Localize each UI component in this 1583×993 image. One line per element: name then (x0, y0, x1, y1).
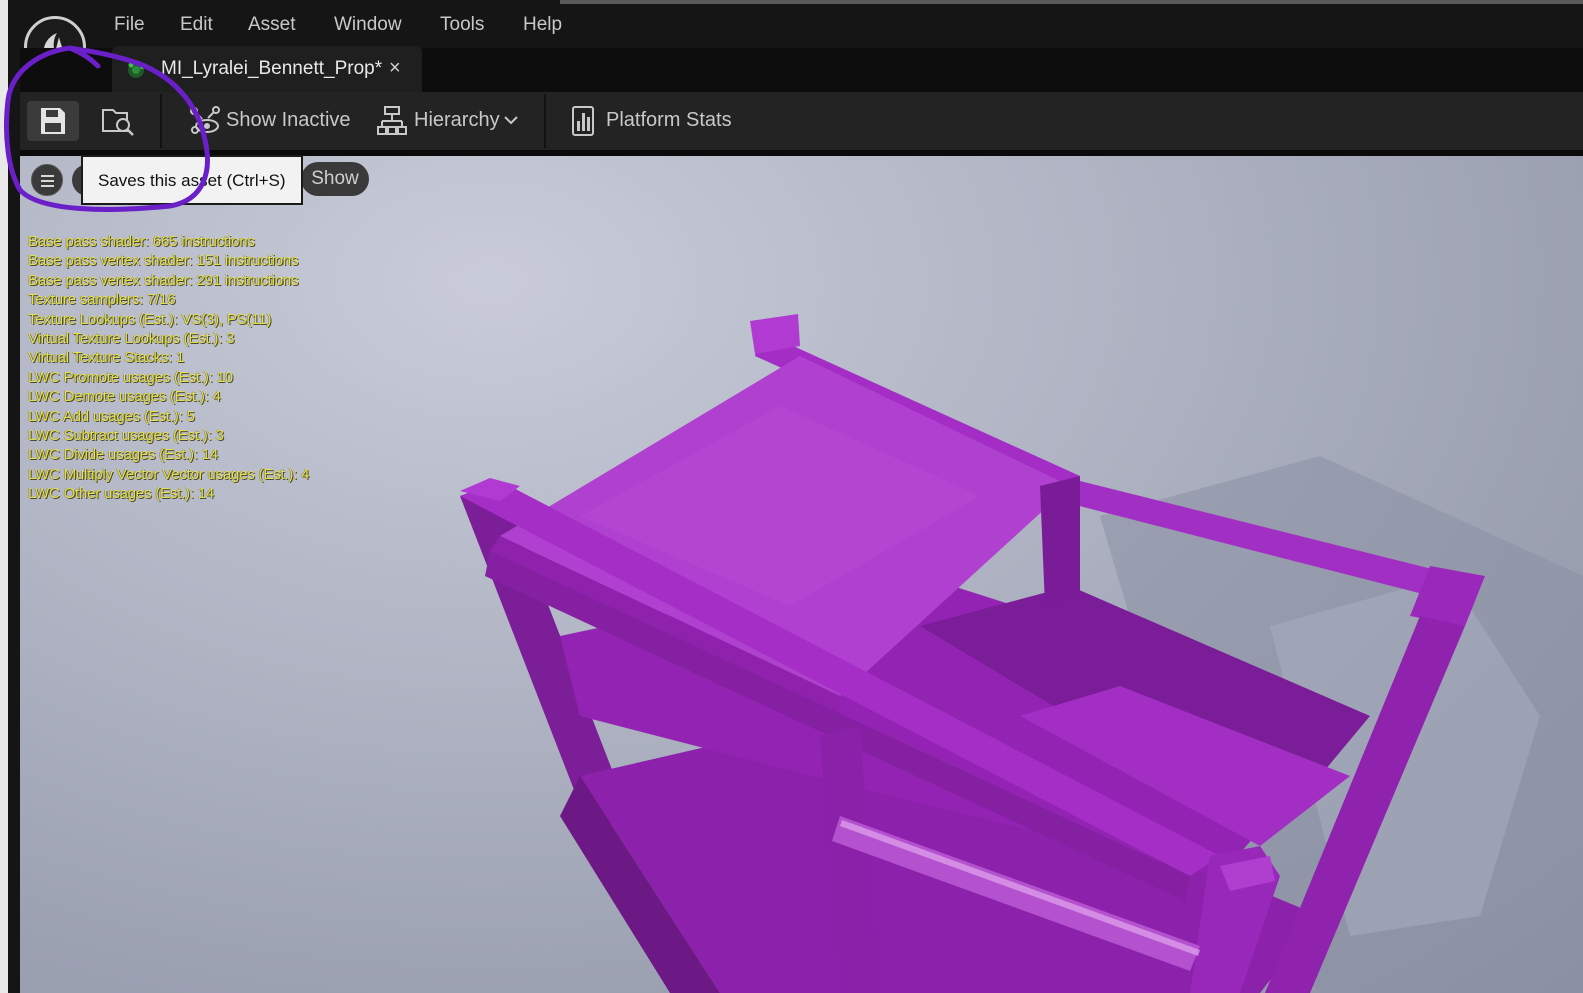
menu-help[interactable]: Help (523, 14, 562, 36)
stat-line: LWC Other usages (Est.): 14 (28, 485, 215, 503)
browse-asset-button[interactable] (101, 104, 137, 138)
stat-line: LWC Multiply Vector Vector usages (Est.)… (28, 465, 310, 483)
viewport-options-button[interactable] (31, 164, 63, 196)
save-button[interactable] (27, 101, 79, 141)
chevron-down-icon[interactable] (503, 114, 519, 126)
window-top-strip (560, 0, 1583, 4)
asset-tab-title: MI_Lyralei_Bennett_Prop* (161, 58, 383, 79)
material-instance-icon (128, 62, 144, 78)
menu-window[interactable]: Window (334, 14, 402, 36)
menu-file[interactable]: File (114, 14, 145, 36)
panel-left-border (8, 0, 20, 993)
show-flags-button[interactable]: Show (301, 162, 369, 196)
stat-line: Base pass vertex shader: 291 instruction… (28, 271, 299, 289)
stat-line: LWC Add usages (Est.): 5 (28, 407, 195, 425)
stat-line: LWC Demote usages (Est.): 4 (28, 388, 221, 406)
stat-line: Base pass vertex shader: 151 instruction… (28, 252, 299, 270)
toolbar-separator (544, 94, 546, 148)
folder-search-icon (102, 109, 134, 136)
stat-line: Texture Lookups (Est.): VS(3), PS(11) (28, 310, 272, 328)
save-tooltip: Saves this asset (Ctrl+S) (81, 155, 303, 205)
stat-line: LWC Promote usages (Est.): 10 (28, 368, 233, 386)
stat-line: Virtual Texture Lookups (Est.): 3 (28, 330, 235, 348)
hierarchy-dropdown[interactable]: Hierarchy (414, 109, 500, 132)
shader-stats-overlay: Base pass shader: 665 instructions Base … (28, 232, 309, 504)
show-inactive-icon (190, 106, 220, 134)
toolbar-separator (160, 94, 162, 148)
hierarchy-icon (377, 106, 407, 135)
stat-line: LWC Subtract usages (Est.): 3 (28, 427, 224, 445)
platform-stats-button[interactable]: Platform Stats (606, 109, 732, 132)
menu-edit[interactable]: Edit (180, 14, 213, 36)
menu-asset[interactable]: Asset (248, 14, 296, 36)
stat-line: Virtual Texture Stacks: 1 (28, 349, 185, 367)
window-left-edge (0, 0, 8, 993)
show-inactive-button[interactable]: Show Inactive (226, 109, 351, 132)
stat-line: Texture samplers: 7/16 (28, 291, 176, 309)
menu-tools[interactable]: Tools (440, 14, 484, 36)
stat-line: Base pass shader: 665 instructions (28, 233, 255, 250)
platform-stats-icon (572, 106, 594, 136)
save-icon (41, 108, 65, 134)
tab-close-icon[interactable]: × (389, 57, 401, 80)
stat-line: LWC Divide usages (Est.): 14 (28, 446, 219, 464)
